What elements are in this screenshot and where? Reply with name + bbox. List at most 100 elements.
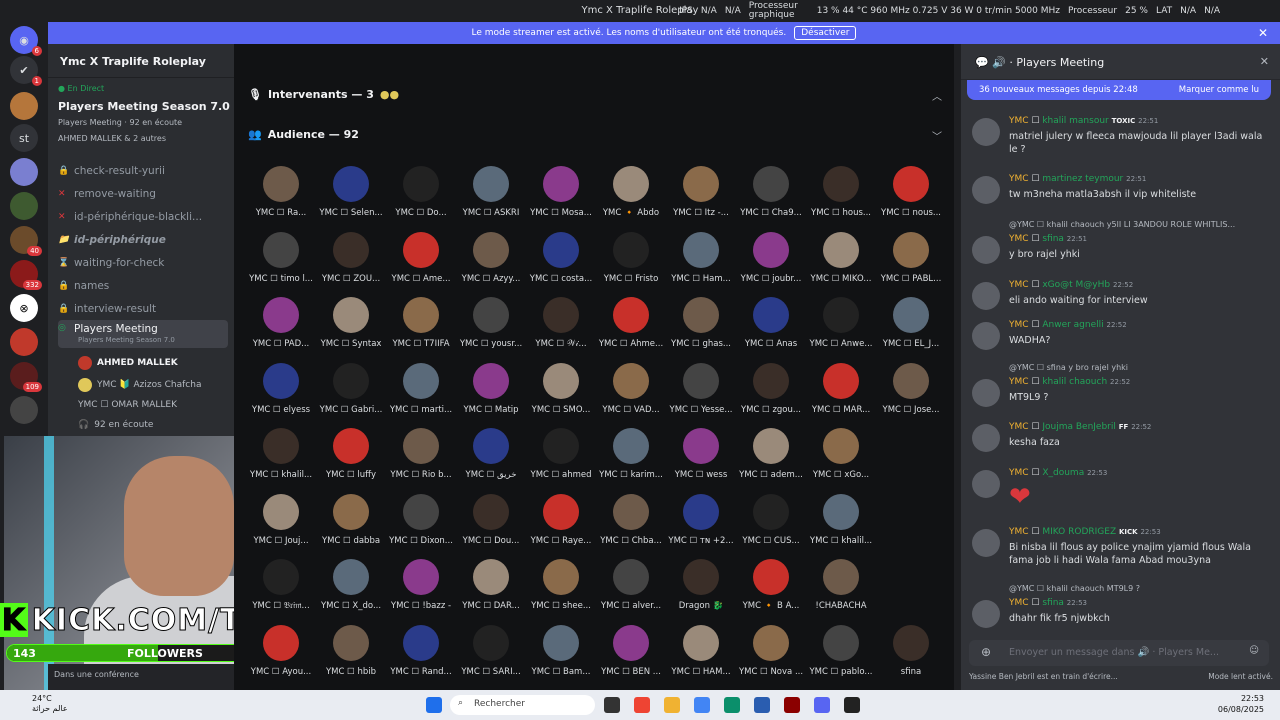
audience-member[interactable]: YMC ☐ X_do...: [316, 559, 386, 623]
stage-member[interactable]: AHMED MALLEK: [78, 356, 178, 370]
server-icon[interactable]: [10, 328, 38, 356]
server-name[interactable]: Ymc X Traplife Roleplay: [48, 44, 234, 78]
audience-member[interactable]: YMC ☐ ghas...: [666, 297, 736, 361]
audience-member[interactable]: YMC ☐ Nova ...: [736, 624, 806, 689]
username[interactable]: xGo@t M@yHb: [1042, 280, 1110, 290]
audience-member[interactable]: YMC ☐ Itz -...: [666, 166, 736, 230]
discord-icon[interactable]: [814, 697, 830, 713]
audience-member[interactable]: YMC ☐ 𝔅𝔯𝔦𝔪...: [246, 559, 316, 623]
audience-member[interactable]: YMC ☐ marti...: [386, 362, 456, 427]
audience-member[interactable]: YMC ☐ !bazz -: [386, 559, 456, 623]
audience-member[interactable]: YMC ☐ Raye...: [526, 493, 596, 558]
reply-preview[interactable]: @YMC ☐ khalil chaouch y5lI LI 3ANDOU ROL…: [1009, 220, 1235, 229]
avatar[interactable]: [972, 322, 1000, 350]
audience-member[interactable]: YMC ☐ Fristo: [596, 231, 666, 296]
audience-member[interactable]: YMC ☐ Matip: [456, 362, 526, 427]
audience-member[interactable]: YMC ☐ VAD...: [596, 362, 666, 427]
audience-member[interactable]: YMC ☐ timo l...: [246, 231, 316, 296]
audience-member[interactable]: YMC ☐ alver...: [596, 559, 666, 623]
opera-icon[interactable]: [634, 697, 650, 713]
username[interactable]: khalil chaouch: [1042, 377, 1107, 387]
audience-member[interactable]: YMC ☐ karim...: [596, 428, 666, 492]
audience-member[interactable]: YMC ☐ Dixon...: [386, 493, 456, 558]
audience-member[interactable]: YMC ☐ hbib: [316, 624, 386, 689]
audience-member[interactable]: YMC ☐ SMO...: [526, 362, 596, 427]
audience-member[interactable]: YMC ☐ Do...: [386, 166, 456, 230]
audience-member[interactable]: YMC ☐ ZOU...: [316, 231, 386, 296]
server-icon[interactable]: [10, 192, 38, 220]
store-icon[interactable]: [754, 697, 770, 713]
avatar[interactable]: [972, 236, 1000, 264]
audience-member[interactable]: YMC ☐ xGo...: [806, 428, 876, 492]
taskbar-search[interactable]: ⌕ Rechercher: [450, 695, 595, 715]
audience-member[interactable]: YMC ☐ nous...: [876, 166, 946, 230]
task-view-icon[interactable]: [604, 697, 620, 713]
audience-member[interactable]: YMC ☐ hous...: [806, 166, 876, 230]
audience-member[interactable]: YMC ☐ خريق: [456, 428, 526, 492]
audience-member[interactable]: YMC ☐ Ra...: [246, 166, 316, 230]
channel-item[interactable]: ✕ id-périphérique-blackli...: [58, 208, 228, 226]
audience-member[interactable]: YMC ☐ BEN ...: [596, 624, 666, 689]
server-icon[interactable]: 40: [10, 226, 42, 256]
channel-item[interactable]: 🔒 check-result-yurii: [58, 162, 228, 180]
audience-member[interactable]: YMC ☐ elyess: [246, 362, 316, 427]
audience-member[interactable]: YMC ☐ zgou...: [736, 362, 806, 427]
audience-member[interactable]: YMC ☐ Jose...: [876, 362, 946, 427]
audience-member[interactable]: YMC ☐ ahmed: [526, 428, 596, 492]
chevron-up-icon[interactable]: ︿: [932, 88, 942, 103]
audience-member[interactable]: YMC ☐ Selen...: [316, 166, 386, 230]
message-input[interactable]: ⊕ Envoyer un message dans 🔊 · Players Me.…: [969, 640, 1269, 666]
audience-member[interactable]: YMC ☐ MAR...: [806, 362, 876, 427]
audience-member[interactable]: YMC ☐ yousr...: [456, 297, 526, 361]
audience-member[interactable]: YMC ☐ Cha9...: [736, 166, 806, 230]
start-icon[interactable]: [426, 697, 442, 713]
audience-member[interactable]: YMC ☐ Anas: [736, 297, 806, 361]
audience-member[interactable]: YMC ☐ EL_J...: [876, 297, 946, 361]
clock[interactable]: 22:53 06/08/2025: [1218, 693, 1264, 715]
stage-member[interactable]: YMC 🔰 Azizos Chafcha: [78, 378, 201, 392]
username[interactable]: MIKO RODRIGEZ: [1042, 527, 1116, 537]
username[interactable]: martinez teymour: [1042, 174, 1123, 184]
avatar[interactable]: [972, 118, 1000, 146]
stage-member[interactable]: YMC ☐ OMAR MALLEK: [78, 400, 177, 410]
audience-member[interactable]: YMC ☐ Gabri...: [316, 362, 386, 427]
audience-member[interactable]: sfina: [876, 624, 946, 689]
audience-member[interactable]: YMC ☐ 𝒲𝒾...: [526, 297, 596, 361]
audience-member[interactable]: YMC ☐ dabba: [316, 493, 386, 558]
server-icon[interactable]: 332: [10, 260, 42, 290]
audience-member[interactable]: YMC ☐ costa...: [526, 231, 596, 296]
audience-member[interactable]: YMC 🔸 B A...: [736, 559, 806, 623]
close-icon[interactable]: ✕: [1260, 55, 1269, 68]
audience-member[interactable]: YMC ☐ Mosa...: [526, 166, 596, 230]
mark-read-button[interactable]: Marquer comme lu: [1179, 85, 1259, 95]
chevron-down-icon[interactable]: ﹀: [932, 128, 942, 143]
channel-item[interactable]: ✕ remove-waiting: [58, 185, 228, 203]
audience-member[interactable]: YMC ☐ T7IIFA: [386, 297, 456, 361]
username[interactable]: sfina: [1042, 234, 1064, 244]
channel-item[interactable]: ⌛ waiting-for-check: [58, 254, 228, 272]
audience-member[interactable]: YMC ☐ HAM...: [666, 624, 736, 689]
avatar[interactable]: [972, 176, 1000, 204]
audience-member[interactable]: YMC ☐ khalil...: [246, 428, 316, 492]
avatar[interactable]: [972, 529, 1000, 557]
audience-member[interactable]: YMC ☐ Dou...: [456, 493, 526, 558]
server-icon[interactable]: 109: [10, 362, 42, 392]
add-icon[interactable]: ⊕: [981, 645, 991, 659]
audience-member[interactable]: YMC ☐ Ham...: [666, 231, 736, 296]
reply-preview[interactable]: @YMC ☐ sfina y bro rajel yhki: [1009, 363, 1128, 372]
audience-member[interactable]: YMC 🔸 Abdo: [596, 166, 666, 230]
audience-member[interactable]: YMC ☐ ᴛɴ +2...: [666, 493, 736, 558]
audience-member[interactable]: YMC ☐ DAR...: [456, 559, 526, 623]
audience-member[interactable]: YMC ☐ Rio b...: [386, 428, 456, 492]
audience-member[interactable]: YMC ☐ Anwe...: [806, 297, 876, 361]
audience-member[interactable]: YMC ☐ wess: [666, 428, 736, 492]
username[interactable]: Joujma BenJebril: [1042, 422, 1116, 432]
weather-widget[interactable]: 24°C عالم حراثة: [32, 694, 68, 714]
server-icon[interactable]: [10, 396, 38, 424]
avatar[interactable]: [972, 379, 1000, 407]
audience-member[interactable]: YMC ☐ khalil...: [806, 493, 876, 558]
audience-header[interactable]: 👥 Audience — 92: [248, 128, 359, 141]
audience-member[interactable]: YMC ☐ Ayou...: [246, 624, 316, 689]
audience-member[interactable]: !CHABACHA: [806, 559, 876, 623]
avatar[interactable]: [972, 424, 1000, 452]
